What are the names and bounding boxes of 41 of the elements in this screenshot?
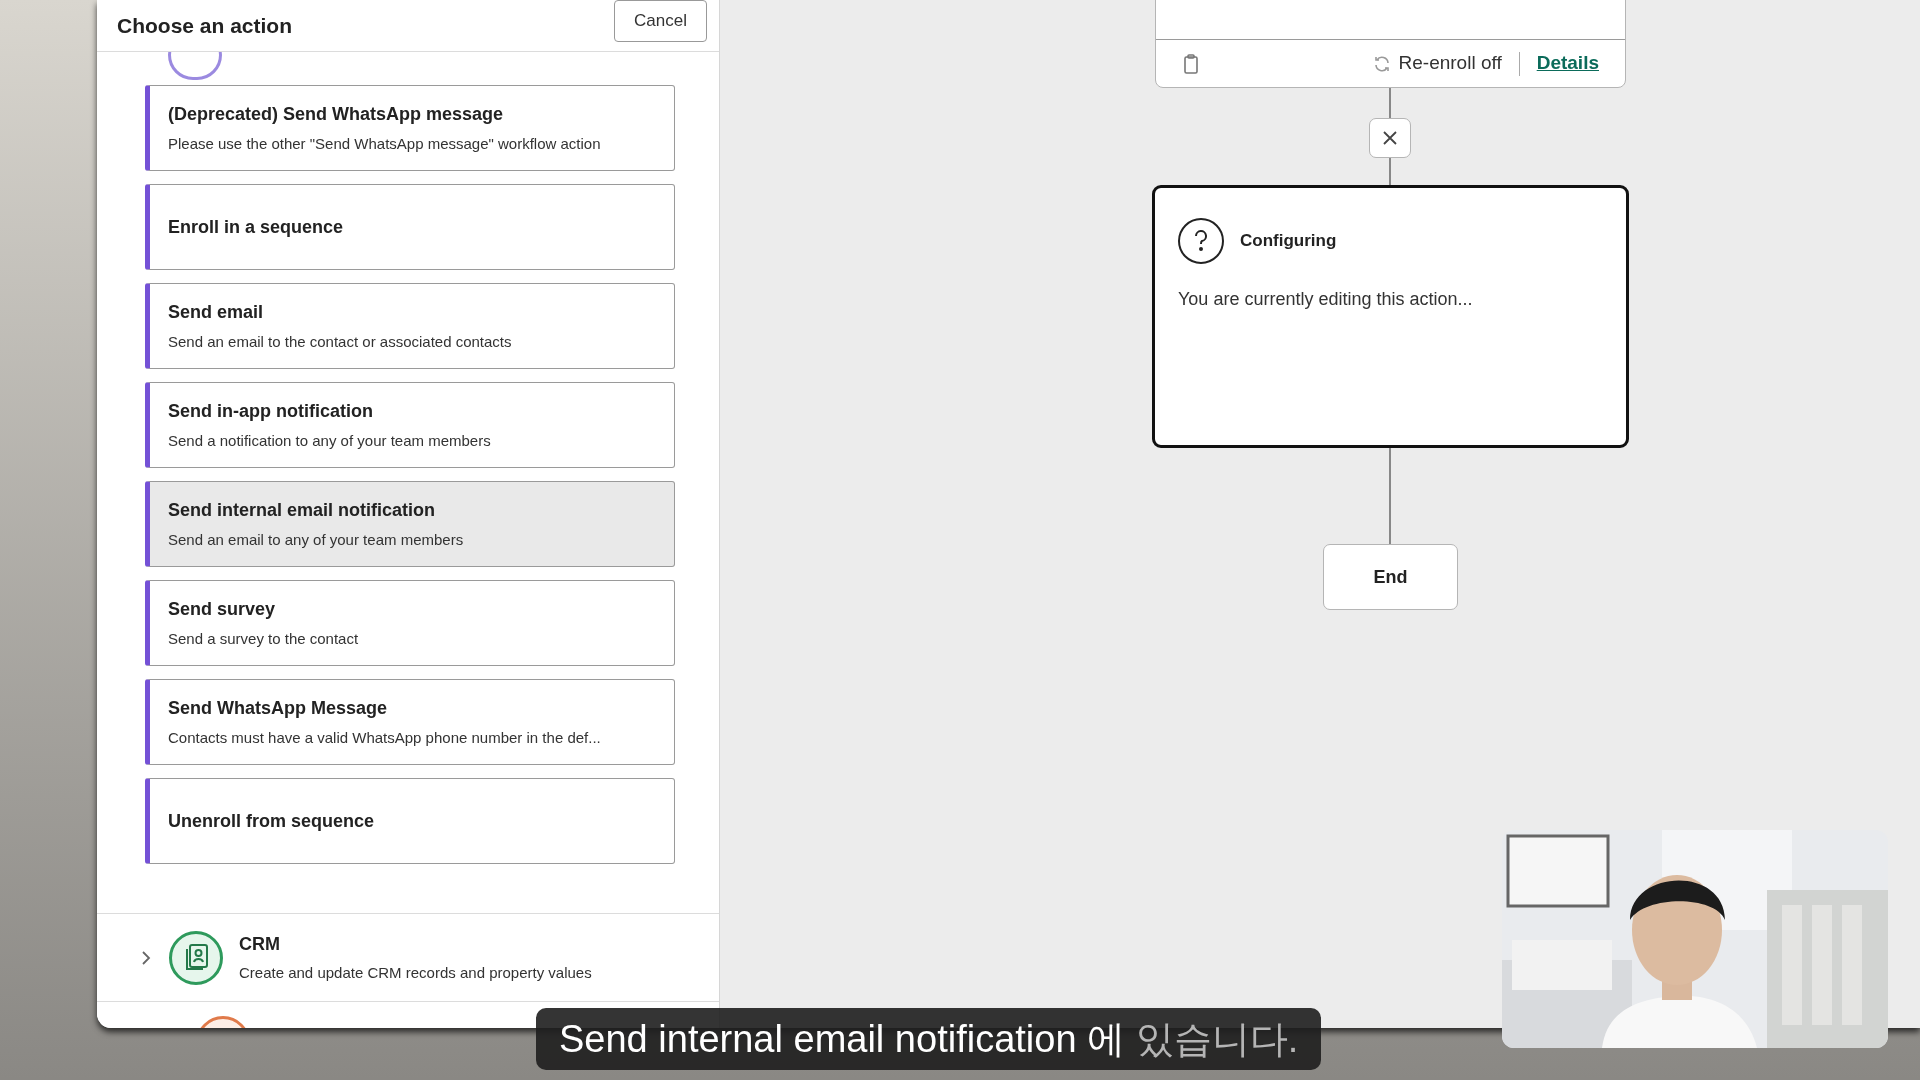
action-description: Send a notification to any of your team members (168, 430, 492, 451)
question-icon (1178, 218, 1224, 264)
action-title: Send survey (168, 597, 277, 621)
reenroll-status: Re-enroll off (1398, 51, 1502, 76)
cancel-button[interactable]: Cancel (614, 0, 707, 42)
action-card[interactable]: Enroll in a sequence (145, 184, 675, 270)
panel-title: Choose an action (117, 12, 293, 39)
action-title: Send internal email notification (168, 498, 437, 522)
details-link[interactable]: Details (1536, 49, 1599, 78)
action-title: Send email (168, 300, 265, 324)
action-card[interactable]: Send email Send an email to the contact or associated contacts (145, 283, 675, 369)
category-description: Create and update CRM records and property values (239, 962, 592, 983)
close-icon (1382, 130, 1398, 146)
workflow-node[interactable]: Re-enroll off Details (1155, 0, 1626, 88)
clipboard-icon[interactable] (1182, 53, 1200, 74)
action-title: Unenroll from sequence (168, 809, 376, 833)
action-title: Enroll in a sequence (168, 215, 345, 239)
action-description: Send a survey to the contact (168, 628, 360, 649)
action-description: Contacts must have a valid WhatsApp phone number in the def... (168, 727, 602, 748)
chevron-icon[interactable] (141, 949, 153, 966)
configuring-card[interactable]: Configuring You are currently editing this action... (1152, 185, 1629, 448)
end-node[interactable]: End (1323, 544, 1458, 610)
action-description: Send an email to any of your team members (168, 529, 465, 550)
action-card[interactable]: Send internal email notification Send an email to any of your team members (145, 481, 675, 567)
action-card[interactable]: Unenroll from sequence (145, 778, 675, 864)
action-card[interactable]: (Deprecated) Send WhatsApp message Please use the other "Send WhatsApp message" workflow action (145, 85, 675, 171)
refresh-icon (1372, 54, 1391, 73)
action-description: Send an email to the contact or associated contacts (168, 331, 513, 352)
contact-card-icon (169, 930, 223, 985)
action-title: Send in-app notification (168, 399, 374, 423)
category-title: CRM (239, 932, 281, 956)
action-card[interactable]: Send survey Send a survey to the contact (145, 580, 675, 666)
close-button[interactable] (1369, 118, 1411, 158)
action-title: (Deprecated) Send WhatsApp message (168, 102, 505, 126)
action-card[interactable]: Send in-app notification Send a notification to any of your team members (145, 382, 675, 468)
configuring-title: Configuring (1240, 230, 1337, 253)
action-title: Send WhatsApp Message (168, 696, 389, 720)
subtitle-text: Send internal email notification 에 있습니다. (559, 1016, 1299, 1062)
action-card[interactable]: Send WhatsApp Message Contacts must have a valid WhatsApp phone number in the def... (145, 679, 675, 765)
action-description: Please use the other "Send WhatsApp message" workflow action (168, 133, 602, 154)
configuring-message: You are currently editing this action... (1178, 288, 1474, 311)
